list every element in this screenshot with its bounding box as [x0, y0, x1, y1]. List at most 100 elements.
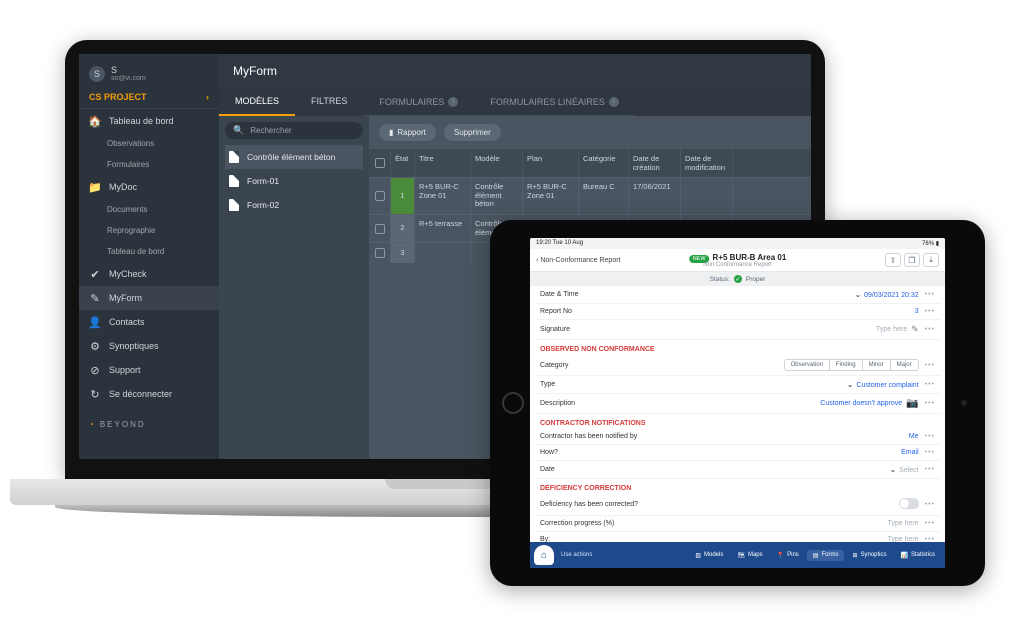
sidebar-item[interactable]: 👤Contacts	[79, 310, 219, 334]
more-icon[interactable]: •••	[925, 501, 935, 508]
checkbox[interactable]	[375, 224, 385, 234]
bottom-nav-item[interactable]: ⊞Synoptics	[846, 550, 892, 561]
search-icon: 🔍	[233, 125, 244, 136]
sidebar-item-label: Observations	[107, 139, 154, 148]
copy-button[interactable]: ❐	[904, 253, 920, 267]
row-description[interactable]: Description Customer doesn't approve 📷 •…	[534, 394, 941, 414]
bottom-nav-item[interactable]: 📍Pins	[771, 550, 805, 561]
toggle[interactable]	[899, 498, 919, 509]
tabs-primary: MODÈLES FILTRES FORMULAIRESi FORMULAIRES…	[219, 88, 811, 116]
sidebar-item[interactable]: ⊘ Support	[79, 358, 219, 382]
tab-formulaires-lineaires[interactable]: FORMULAIRES LINÉAIRESi	[474, 88, 635, 116]
page-title: MyForm	[219, 54, 811, 88]
more-icon[interactable]: •••	[925, 308, 935, 315]
checkbox[interactable]	[375, 191, 385, 201]
more-icon[interactable]: •••	[925, 326, 935, 333]
more-icon[interactable]: •••	[925, 466, 935, 473]
bottom-nav-item[interactable]: ▥Models	[689, 550, 729, 561]
home-button[interactable]	[502, 392, 524, 414]
more-icon[interactable]: •••	[925, 291, 935, 298]
sidebar-item[interactable]: ⚙Synoptiques	[79, 334, 219, 358]
sidebar-item-label: Support	[109, 365, 141, 375]
nav-icon: ✔	[89, 268, 101, 280]
sidebar-item-label: Se déconnecter	[109, 389, 172, 399]
row-corrected[interactable]: Deficiency has been corrected? •••	[534, 494, 941, 516]
row-type[interactable]: Type ⌄Customer complaint •••	[534, 376, 941, 394]
sidebar-item[interactable]: Observations	[79, 133, 219, 154]
sidebar-item[interactable]: Tableau de bord	[79, 241, 219, 262]
sidebar-item[interactable]: ✎MyForm	[79, 286, 219, 310]
sidebar-item[interactable]: ✔MyCheck	[79, 262, 219, 286]
bottom-nav-item[interactable]: 🗺Maps	[731, 550, 768, 561]
category-segmented[interactable]: ObservationFindingMinorMajor	[784, 359, 919, 371]
share-button[interactable]: ⇪	[885, 253, 901, 267]
more-icon[interactable]: •••	[925, 433, 935, 440]
document-icon	[229, 199, 239, 211]
segment-option[interactable]: Minor	[863, 360, 891, 370]
sidebar-item[interactable]: Formulaires	[79, 154, 219, 175]
nav-icon: ✎	[89, 292, 101, 304]
table-row[interactable]: 1R+5 BUR-C Zone 01Contrôle élément béton…	[369, 177, 811, 214]
sidebar-nav: 🏠Tableau de bord Observations Formulaires 📁…	[79, 109, 219, 406]
row-progress[interactable]: Correction progress (%) Type here •••	[534, 516, 941, 532]
checkbox[interactable]	[375, 248, 385, 258]
supprimer-button[interactable]: Supprimer	[444, 124, 501, 141]
user-block[interactable]: S S so@vi.com	[79, 62, 219, 86]
sidebar-item-label: Reprographie	[107, 226, 155, 235]
sidebar-item-label: Tableau de bord	[107, 247, 164, 256]
download-button[interactable]: ⤓	[923, 253, 939, 267]
model-item[interactable]: Form-01	[225, 169, 363, 193]
collapse-label: Use actions	[558, 552, 592, 558]
nav-icon: 👤	[89, 316, 101, 328]
model-item[interactable]: Form-02	[225, 193, 363, 217]
more-icon[interactable]: •••	[925, 520, 935, 527]
nav-home[interactable]: ⌂	[534, 545, 554, 565]
row-notified-by[interactable]: Contractor has been notified by Me •••	[534, 429, 941, 445]
row-notif-date[interactable]: Date ⌄Select •••	[534, 461, 941, 479]
row-signature[interactable]: Signature Type here ✎ •••	[534, 320, 941, 340]
tab-modeles[interactable]: MODÈLES	[219, 88, 295, 116]
tab-filtres[interactable]: FILTRES	[295, 88, 363, 116]
row-index: 1	[391, 178, 415, 214]
cell: R+5 BUR-C Zone 01	[415, 178, 471, 214]
row-category[interactable]: Category ObservationFindingMinorMajor ••…	[534, 355, 941, 376]
search-input[interactable]: 🔍 Rechercher	[225, 122, 363, 139]
checkbox[interactable]	[375, 158, 385, 168]
row-date-time[interactable]: Date & Time ⌄09/03/2021 20:32 •••	[534, 286, 941, 304]
rapport-button[interactable]: ▮ Rapport	[379, 124, 436, 141]
table-header: ÉtatTitreModèlePlanCatégorieDate de créa…	[369, 149, 811, 177]
nav-icon: ⊘	[89, 364, 101, 376]
back-button[interactable]: ‹ Non-Conformance Report	[536, 257, 621, 264]
form-subtitle: Non Conformance Report	[689, 262, 787, 268]
check-icon: ✓	[734, 275, 742, 283]
form-body: Date & Time ⌄09/03/2021 20:32 ••• Report…	[530, 286, 945, 542]
project-selector[interactable]: CS PROJECT›	[79, 86, 219, 109]
more-icon[interactable]: •••	[925, 400, 935, 407]
more-icon[interactable]: •••	[925, 381, 935, 388]
tab-formulaires[interactable]: FORMULAIRESi	[363, 88, 474, 116]
bottom-nav-item[interactable]: 📊Statistics	[895, 550, 942, 561]
segment-option[interactable]: Finding	[830, 360, 863, 370]
sidebar-item[interactable]: Reprographie	[79, 220, 219, 241]
sidebar-item[interactable]: ↻Se déconnecter	[79, 382, 219, 406]
model-item[interactable]: Contrôle élément béton	[225, 145, 363, 169]
more-icon[interactable]: •••	[925, 449, 935, 456]
sidebar-item-label: Formulaires	[107, 160, 149, 169]
pencil-icon[interactable]: ✎	[911, 324, 919, 335]
sidebar-item[interactable]: Documents	[79, 199, 219, 220]
more-icon[interactable]: •••	[925, 362, 935, 369]
sidebar-item[interactable]: 📁MyDoc	[79, 175, 219, 199]
nav-icon: ▤	[813, 552, 819, 559]
bottom-nav-item[interactable]: ▤Forms	[807, 550, 845, 561]
sidebar-item[interactable]: 🏠Tableau de bord	[79, 109, 219, 133]
segment-option[interactable]: Observation	[785, 360, 830, 370]
camera-icon[interactable]: 📷	[906, 398, 918, 409]
nav-label: Pins	[787, 552, 799, 558]
segment-option[interactable]: Major	[891, 360, 918, 370]
row-report-no[interactable]: Report No 3 •••	[534, 304, 941, 320]
row-by[interactable]: By: Type here •••	[534, 532, 941, 542]
ios-status-bar: 19:20 Tue 10 Aug76% ▮	[530, 238, 945, 249]
row-how[interactable]: How? Email •••	[534, 445, 941, 461]
cell: Contrôle élément béton	[471, 178, 523, 214]
row-index: 2	[391, 215, 415, 242]
